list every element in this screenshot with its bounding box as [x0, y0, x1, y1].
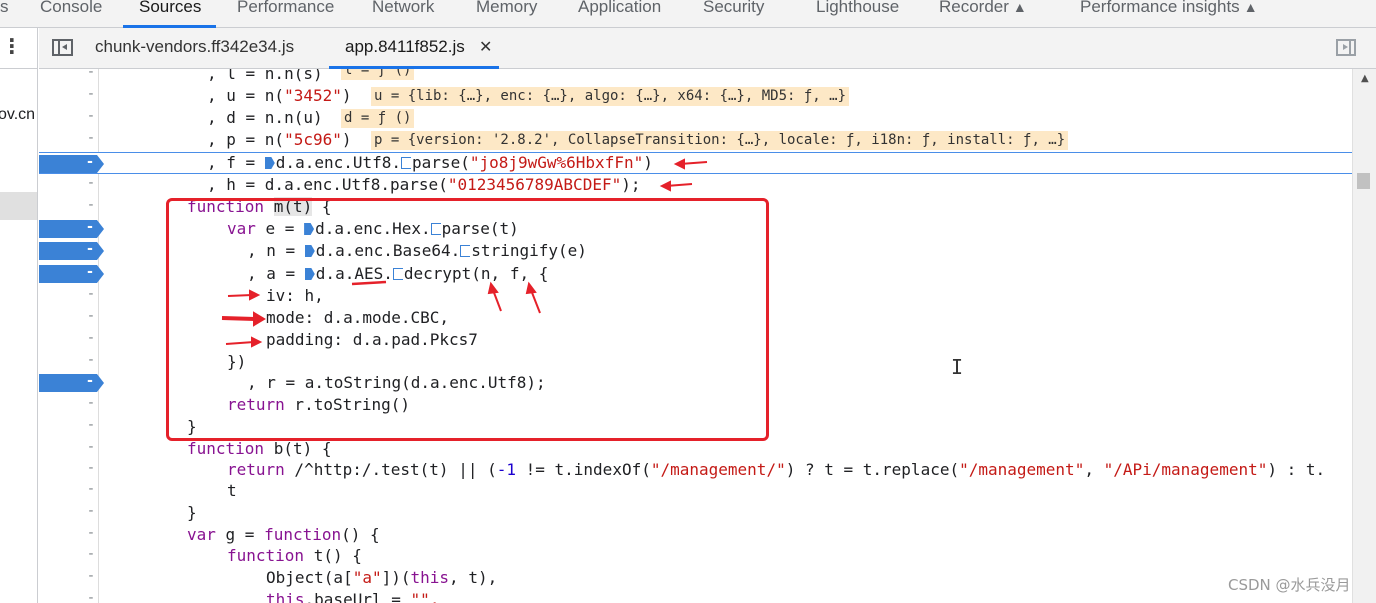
- scroll-thumb[interactable]: [1357, 173, 1370, 189]
- annotation-arrows: [221, 158, 708, 348]
- watermark: CSDN @水兵没月: [1228, 576, 1351, 594]
- text-cursor-icon: I: [951, 355, 964, 379]
- vertical-scrollbar[interactable]: ▲: [1352, 69, 1376, 603]
- arrow-head: [249, 289, 261, 301]
- arrow-line: [221, 316, 256, 321]
- arrow-line: [530, 289, 541, 314]
- arrow-head: [525, 281, 537, 295]
- arrow-line: [225, 341, 255, 345]
- arrow-head: [673, 158, 685, 170]
- arrow-head: [659, 180, 671, 192]
- scroll-up-icon[interactable]: ▲: [1361, 73, 1369, 84]
- arrow-line: [227, 294, 253, 297]
- arrow-head: [253, 311, 266, 327]
- arrow-head: [487, 281, 499, 295]
- arrow-head: [251, 336, 263, 348]
- underline-aes: [351, 280, 387, 286]
